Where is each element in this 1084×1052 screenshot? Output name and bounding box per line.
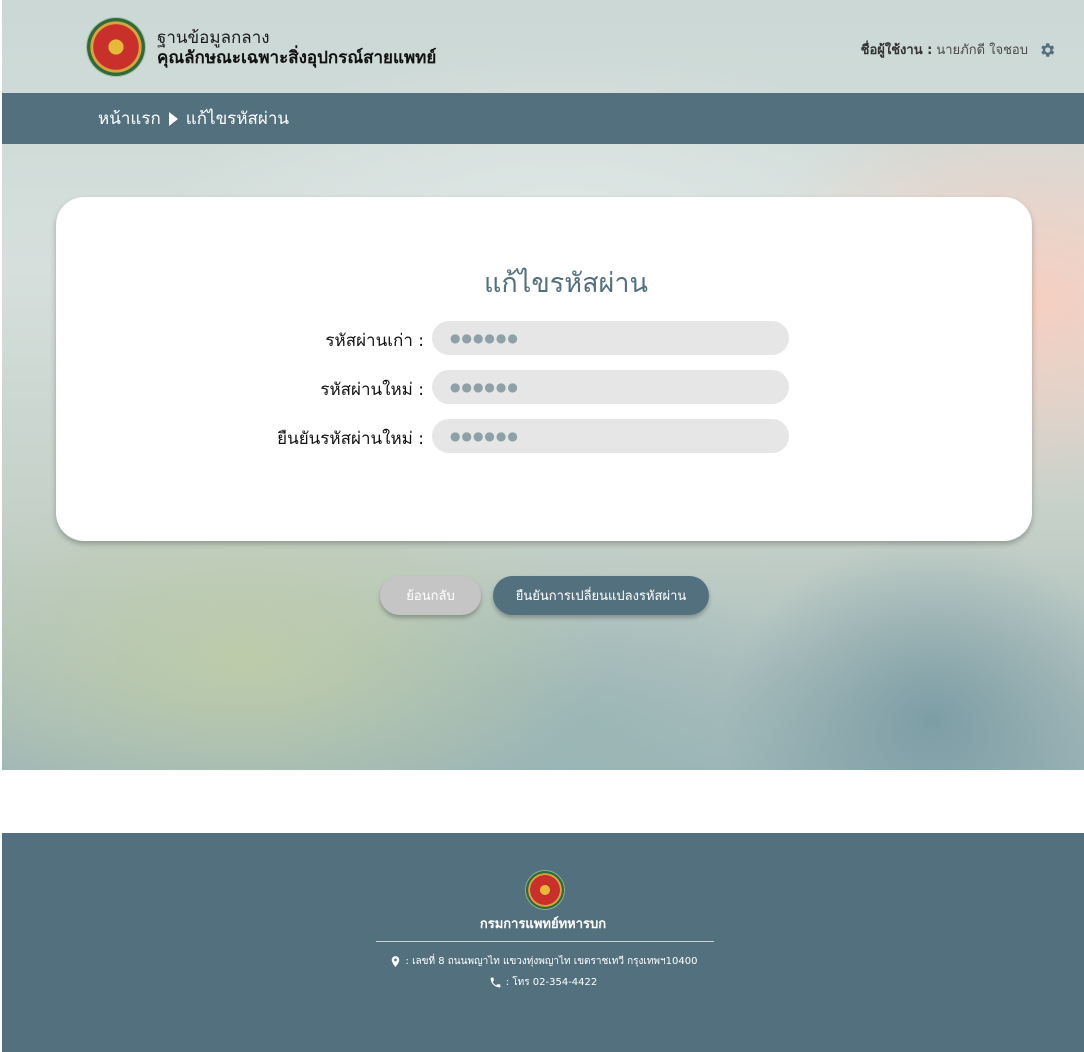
new-password-field[interactable]: ●●●●●● — [432, 370, 789, 404]
confirm-password-row: ยืนยันรหัสผ่านใหม่ : ●●●●●● — [56, 419, 1032, 453]
user-info: ชื่อผู้ใช้งาน : นายภักดี ใจชอบ — [861, 39, 1056, 60]
user-label: ชื่อผู้ใช้งาน : — [860, 43, 933, 58]
breadcrumb-bar: หน้าแรก แก้ไขรหัสผ่าน — [2, 93, 1084, 144]
department-logo — [87, 18, 145, 76]
footer-phone: : โทร 02-354-4422 — [2, 975, 1084, 990]
user-name: นายภักดี ใจชอบ — [936, 43, 1028, 58]
footer-divider — [376, 941, 714, 942]
footer-address: : เลขที่ 8 ถนนพญาไท แขวงทุ่งพญาไท เขตราช… — [2, 954, 1084, 969]
new-password-label: รหัสผ่านใหม่ : — [320, 380, 424, 400]
footer-org-name: กรมการแพทย์ทหารบก — [479, 917, 607, 932]
change-password-card: แก้ไขรหัสผ่าน รหัสผ่านเก่า : ●●●●●● รหัส… — [56, 197, 1032, 541]
phone-icon — [490, 977, 501, 988]
footer-logo — [526, 871, 564, 909]
breadcrumb-home[interactable]: หน้าแรก — [98, 105, 161, 132]
old-password-row: รหัสผ่านเก่า : ●●●●●● — [56, 321, 1032, 355]
spacer — [2, 770, 1084, 833]
breadcrumb-current: แก้ไขรหัสผ่าน — [185, 109, 290, 129]
site-title-line2: คุณลักษณะเฉพาะสิ่งอุปกรณ์สายแพทย์ — [157, 48, 437, 68]
gear-icon[interactable] — [1038, 41, 1056, 59]
new-password-row: รหัสผ่านใหม่ : ●●●●●● — [56, 370, 1032, 404]
confirm-change-password-button[interactable]: ยืนยันการเปลี่ยนแปลงรหัสผ่าน — [493, 576, 709, 615]
site-footer: กรมการแพทย์ทหารบก : เลขที่ 8 ถนนพญาไท แข… — [2, 833, 1084, 1052]
page-title: แก้ไขรหัสผ่าน — [483, 268, 648, 299]
old-password-field[interactable]: ●●●●●● — [432, 321, 789, 355]
map-pin-icon — [391, 956, 399, 967]
confirm-password-field[interactable]: ●●●●●● — [432, 419, 789, 453]
confirm-password-label: ยืนยันรหัสผ่านใหม่ : — [277, 429, 424, 449]
footer-address-text: : เลขที่ 8 ถนนพญาไท แขวงทุ่งพญาไท เขตราช… — [405, 956, 698, 967]
old-password-label: รหัสผ่านเก่า : — [325, 331, 424, 351]
caret-right-icon — [168, 111, 178, 126]
site-header: ฐานข้อมูลกลาง คุณลักษณะเฉพาะสิ่งอุปกรณ์ส… — [2, 0, 1084, 93]
breadcrumb: หน้าแรก แก้ไขรหัสผ่าน — [98, 93, 289, 144]
footer-phone-text: : โทร 02-354-4422 — [505, 977, 598, 988]
back-button[interactable]: ย้อนกลับ — [380, 576, 481, 615]
